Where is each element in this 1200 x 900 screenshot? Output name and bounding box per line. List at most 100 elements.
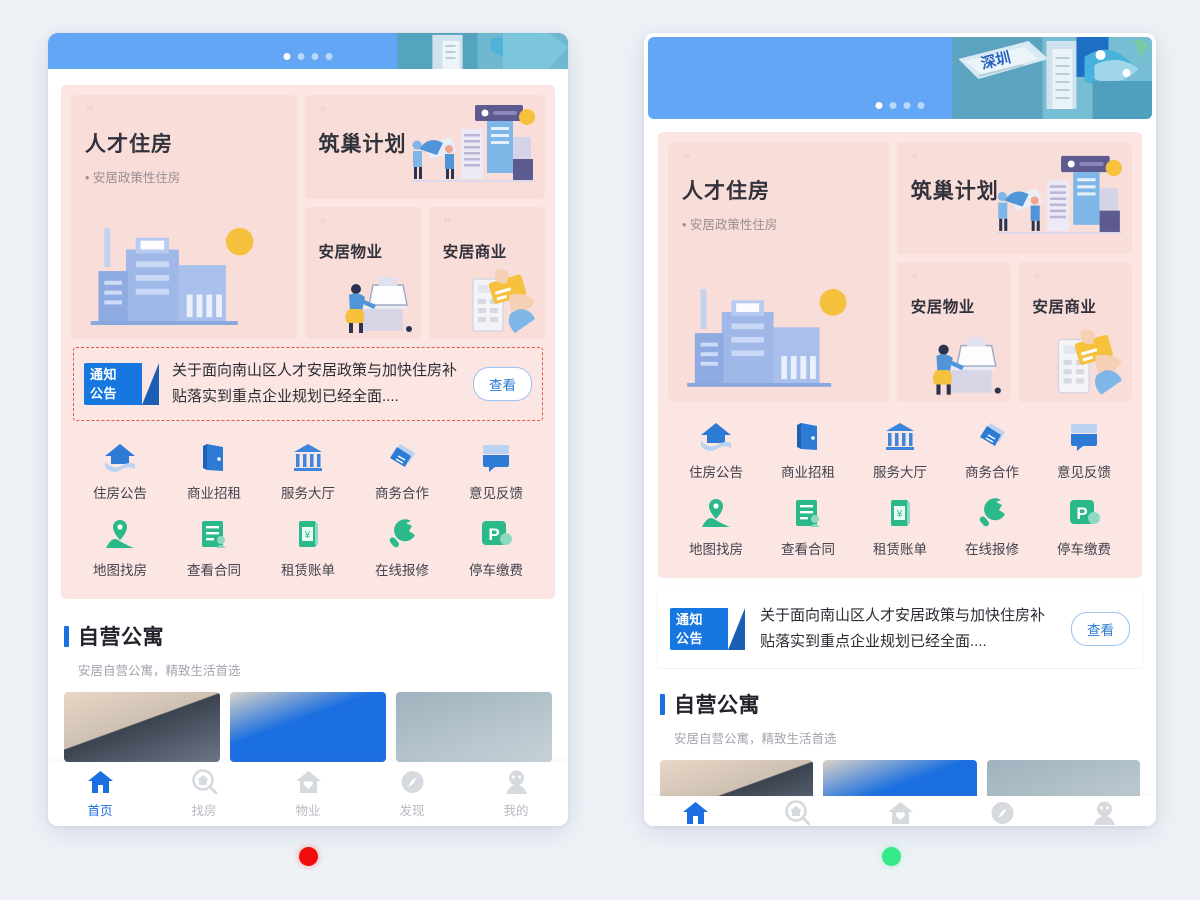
carousel-dot-3[interactable] [903, 102, 911, 109]
apartment-thumb[interactable] [230, 692, 386, 762]
service-item-service-hall[interactable]: 服务大厅 [261, 441, 355, 502]
entry-card-talent-housing[interactable]: “ 人才住房 • 安居政策性住房 [71, 95, 297, 339]
bank-icon [291, 441, 325, 473]
section-title-row: 自营公寓 [660, 689, 1140, 719]
notice-view-button[interactable]: 查看 [473, 367, 532, 401]
service-item-service-hall[interactable]: 服务大厅 [854, 420, 946, 481]
service-item-commercial-lease[interactable]: 商业招租 [167, 441, 261, 502]
service-item-rent-bill[interactable]: ¥ 租赁账单 [261, 518, 355, 579]
service-item-view-contract[interactable]: 查看合同 [762, 497, 854, 558]
entry-title: 筑巢计划 [910, 179, 999, 203]
apartment-thumb[interactable] [64, 692, 220, 762]
carousel-dot-4[interactable] [917, 102, 925, 109]
service-item-label: 停车缴费 [1057, 542, 1111, 557]
service-item-business-coop[interactable]: 商务合作 [946, 420, 1038, 481]
service-item-label: 查看合同 [187, 563, 241, 578]
service-item-commercial-lease[interactable]: 商业招租 [762, 420, 854, 481]
entry-card-nest-plan[interactable]: “ 筑巢计划 [896, 142, 1132, 254]
red-status-dot [299, 847, 318, 866]
hero-carousel-right[interactable]: 深圳 [648, 37, 1152, 119]
tab-property[interactable]: 物业 [849, 800, 951, 824]
tab-discover[interactable]: 发现 [951, 800, 1053, 824]
tab-home[interactable]: 首页 [644, 800, 746, 824]
handshake-icon [975, 420, 1009, 452]
entry-card-talent-housing[interactable]: “ 人才住房 • 安居政策性住房 [668, 142, 889, 402]
apartment-thumb[interactable] [396, 692, 552, 762]
tab-find-house[interactable]: 找房 [746, 800, 848, 826]
notice-banner[interactable]: 通知 公告 关于面向南山区人才安居政策与加快住房补贴落实到重点企业规划已经全面.… [658, 590, 1142, 669]
service-item-label: 停车缴费 [469, 563, 523, 578]
service-item-housing-notice[interactable]: 住房公告 [670, 420, 762, 481]
service-item-label: 意见反馈 [469, 486, 523, 501]
door-icon [197, 441, 231, 473]
entry-card-commerce[interactable]: “ 安居商业 [428, 207, 546, 339]
carousel-dot-2[interactable] [297, 53, 305, 60]
svg-text:P: P [488, 525, 499, 544]
tab-home[interactable]: 首页 [48, 769, 152, 819]
service-item-feedback[interactable]: 意见反馈 [1038, 420, 1130, 481]
entry-grid: “ 人才住房 • 安居政策性住房 “ 筑巢计划 “ 安居物业 “ 安居商业 [71, 95, 546, 339]
parking-icon: P [1067, 497, 1101, 529]
compass-icon [989, 800, 1016, 824]
carousel-dots[interactable] [875, 102, 925, 109]
service-item-online-repair[interactable]: 在线报修 [355, 518, 449, 579]
notice-view-button[interactable]: 查看 [1071, 612, 1130, 646]
service-icon-grid: 住房公告 商业招租 服务大厅 商务合作 意见反馈 地图找房 查看合同 ¥ 租赁账… [668, 402, 1132, 568]
entry-panel: “ 人才住房 • 安居政策性住房 [61, 85, 555, 599]
notice-banner[interactable]: 通知 公告 关于面向南山区人才安居政策与加快住房补贴落实到重点企业规划已经全面.… [73, 347, 543, 421]
service-item-online-repair[interactable]: 在线报修 [946, 497, 1038, 558]
service-item-rent-bill[interactable]: ¥ 租赁账单 [854, 497, 946, 558]
notice-text: 关于面向南山区人才安居政策与加快住房补贴落实到重点企业规划已经全面.... [760, 607, 1046, 650]
quote-icon: “ [1032, 271, 1041, 291]
compass-icon [399, 769, 426, 795]
entry-card-property[interactable]: “ 安居物业 [304, 207, 421, 339]
carousel-dots[interactable] [283, 53, 333, 60]
section-accent-bar [64, 625, 69, 647]
carousel-dot-4[interactable] [325, 53, 333, 60]
screenshot-stage: “ 人才住房 • 安居政策性住房 “ 筑巢计划 “ 安居物业 “ 安居商业 通知… [0, 0, 1200, 900]
notice-badge-line2: 公告 [90, 386, 118, 401]
entry-subrow: “ 安居物业 “ 安居商业 [896, 262, 1133, 402]
carousel-dot-1[interactable] [875, 102, 883, 109]
section-subtitle: 安居自营公寓，精致生活首选 [674, 732, 837, 746]
entry-column-left: “ 人才住房 • 安居政策性住房 [71, 95, 297, 339]
entry-card-property[interactable]: “ 安居物业 [896, 262, 1011, 402]
hand-card-pos-illustration [472, 269, 536, 333]
entry-card-commerce[interactable]: “ 安居商业 [1018, 262, 1133, 402]
service-item-label: 在线报修 [375, 563, 429, 578]
phone-mockup-left: “ 人才住房 • 安居政策性住房 “ 筑巢计划 “ 安居物业 “ 安居商业 通知… [48, 33, 568, 826]
service-item-label: 查看合同 [781, 542, 835, 557]
tab-label: 物业 [295, 804, 321, 818]
entry-subrow: “ 安居物业 “ 安居商业 [304, 207, 546, 339]
section-subtitle: 安居自营公寓，精致生活首选 [78, 664, 241, 678]
service-item-label: 在线报修 [965, 542, 1019, 557]
tab-mine[interactable]: 我的 [1054, 800, 1156, 825]
service-item-parking-fee[interactable]: P 停车缴费 [449, 518, 543, 579]
carousel-dot-3[interactable] [311, 53, 319, 60]
person-at-desk-illustration [345, 277, 412, 333]
tab-mine[interactable]: 我的 [464, 769, 568, 819]
service-item-business-coop[interactable]: 商务合作 [355, 441, 449, 502]
service-item-view-contract[interactable]: 查看合同 [167, 518, 261, 579]
entry-column-right: “ 筑巢计划 “ 安居物业 “ 安居商业 [896, 142, 1133, 402]
door-icon [791, 420, 825, 452]
city-buildings-illustration [90, 227, 254, 325]
entry-card-nest-plan[interactable]: “ 筑巢计划 [304, 95, 545, 199]
service-item-map-search[interactable]: 地图找房 [670, 497, 762, 558]
service-item-label: 商业招租 [187, 486, 241, 501]
service-item-feedback[interactable]: 意见反馈 [449, 441, 543, 502]
hero-carousel-left[interactable] [48, 33, 568, 69]
service-item-housing-notice[interactable]: 住房公告 [73, 441, 167, 502]
tab-find-house[interactable]: 找房 [152, 769, 256, 819]
service-item-label: 地图找房 [93, 563, 147, 578]
tab-property[interactable]: 物业 [256, 769, 360, 819]
section-title-row: 自营公寓 [64, 621, 552, 651]
search-house-icon [191, 769, 218, 795]
service-item-parking-fee[interactable]: P 停车缴费 [1038, 497, 1130, 558]
carousel-dot-1[interactable] [283, 53, 291, 60]
tab-discover[interactable]: 发现 [360, 769, 464, 819]
bottom-tab-bar: 首页 找房 物业 发现 [48, 762, 568, 826]
entry-column-right: “ 筑巢计划 “ 安居物业 “ 安居商业 [304, 95, 546, 339]
service-item-map-search[interactable]: 地图找房 [73, 518, 167, 579]
carousel-dot-2[interactable] [889, 102, 897, 109]
